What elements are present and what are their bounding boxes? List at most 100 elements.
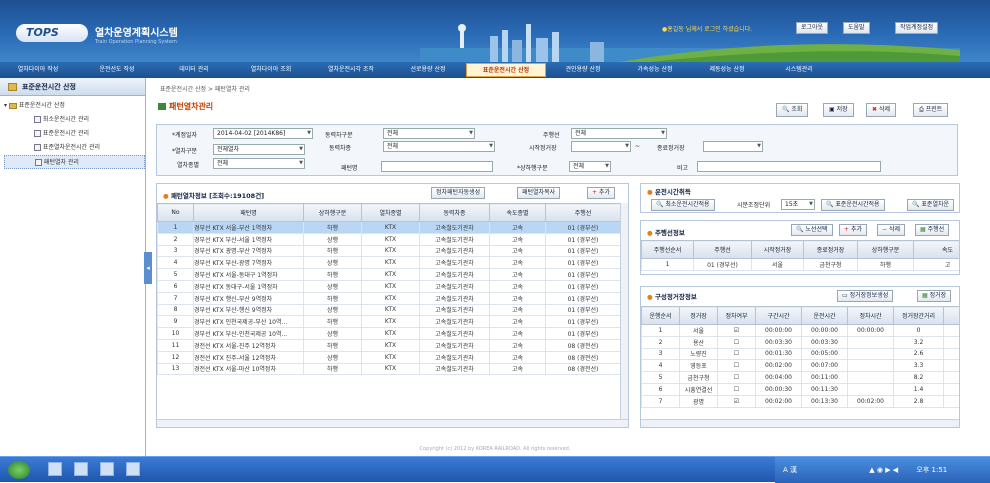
stop-checkbox[interactable]: ☐ <box>717 382 756 396</box>
time-unit-select[interactable]: 15초 <box>781 199 815 210</box>
nav-item-standard-run-time[interactable]: 표준운전시간 산정 <box>466 63 546 77</box>
table-row[interactable]: 11 경전선 KTX 서울-진주 12역정차 하행 KTX 고속철도기관차 고속 08 (경… <box>157 338 621 352</box>
sidebar-item-root[interactable]: ▾ 표준운전시간 산정 <box>4 99 145 113</box>
table-row[interactable]: 7 광명 ☑ 00:02:00 00:13:30 00:02:00 2.8 <box>641 394 959 408</box>
table-row[interactable]: 10 경부선 KTX 부산-인천국제공 10역... 상행 KTX 고속철도기관차 고속 0… <box>157 327 621 340</box>
table-row[interactable]: 4 영등포 ☐ 00:02:00 00:07:00 3.3 <box>641 359 959 373</box>
nav-item-line-capacity[interactable]: 선로용량 산정 <box>392 63 464 77</box>
col-route-start[interactable]: 시작정거장 <box>751 240 804 259</box>
table-row[interactable]: 12 경전선 KTX 진주-서울 12역정차 상행 KTX 고속철도기관차 고속 08 (경… <box>157 350 621 364</box>
nav-item-braking[interactable]: 제동성능 산정 <box>692 63 762 77</box>
help-button[interactable]: 도움말 <box>843 22 870 34</box>
expand-icon[interactable]: ▾ <box>4 102 7 109</box>
search-button[interactable]: 🔍 조회 <box>776 103 809 117</box>
nav-item-traction[interactable]: 견인용량 산정 <box>548 63 618 77</box>
col-line[interactable]: 주행선 <box>545 203 621 222</box>
table-row[interactable]: 9 경부선 KTX 인천국제공-부산 10역... 하행 KTX 고속철도기관차 고속 01… <box>157 315 621 329</box>
col-run-order[interactable]: 운행순서 <box>641 306 680 325</box>
sidebar-item-min-run-time[interactable]: 최소운전시간 관리 <box>4 113 145 127</box>
table-row[interactable]: 3 경부선 KTX 광명-부산 7역정차 하행 KTX 고속철도기관차 고속 01 (경부선… <box>157 244 621 258</box>
table-row[interactable]: 4 경부선 KTX 부산-광명 7역정차 상행 KTX 고속철도기관차 고속 01 (경부선… <box>157 256 621 270</box>
save-button[interactable]: ▣ 저장 <box>823 103 854 117</box>
table-row[interactable]: 5 경부선 KTX 서울-동대구 1역정차 하행 KTX 고속철도기관차 고속 01 (경부… <box>157 268 621 281</box>
taskbar-app-icon[interactable] <box>48 462 62 476</box>
nav-item-data-manage[interactable]: 데이터 관리 <box>158 63 230 77</box>
station-extra-button[interactable]: ▦ 정거장 <box>917 290 952 302</box>
col-pattern-name[interactable]: 패턴명 <box>193 203 304 222</box>
col-train-class[interactable]: 열차종별 <box>361 203 420 222</box>
col-route-line[interactable]: 주행선 <box>693 240 752 259</box>
col-station-distance[interactable]: 정거장간거리 <box>893 306 944 325</box>
col-section-time[interactable]: 구간시간 <box>755 306 802 325</box>
copy-pattern-button[interactable]: 패턴열차복사 <box>517 187 561 199</box>
apply-std-train-run-time-button[interactable]: 🔍 표준열차운 <box>907 199 955 211</box>
col-stop-flag[interactable]: 정차여부 <box>717 306 756 325</box>
account-settings-button[interactable]: 작업계정설정 <box>895 22 939 34</box>
logout-button[interactable]: 로그아웃 <box>796 22 829 34</box>
stop-checkbox[interactable]: ☐ <box>717 335 756 349</box>
table-row[interactable]: 1 서울 ☑ 00:00:00 00:00:00 00:00:00 0 <box>641 324 959 337</box>
col-route-speed[interactable]: 속도 <box>913 240 959 259</box>
apply-min-run-time-button[interactable]: 🔍 최소운전시간적용 <box>651 199 715 211</box>
sidebar-collapse-toggle[interactable]: ◂ <box>144 252 152 284</box>
nav-item-run-curve[interactable]: 운전선도 작성 <box>78 63 156 77</box>
start-button[interactable] <box>8 461 30 479</box>
select-line-button[interactable]: 🔍 노선선택 <box>791 224 833 236</box>
sidebar-item-std-train-run-time[interactable]: 표준열차운전시간 관리 <box>4 141 145 155</box>
col-route-direction[interactable]: 상하행구분 <box>857 240 914 259</box>
table-row[interactable]: 2 용산 ☐ 00:03:30 00:03:30 3.2 <box>641 335 959 349</box>
generate-station-info-button[interactable]: ▭ 정거장정보생성 <box>837 290 894 302</box>
sidebar-item-std-run-time[interactable]: 표준운전시간 관리 <box>4 127 145 141</box>
table-row[interactable]: 1 경부선 KTX 서울-부산 1역정차 하행 KTX 고속철도기관차 고속 01 (경부선… <box>157 221 621 234</box>
tray-icons[interactable]: ▲ ◉ ▶ ◀ <box>869 466 898 474</box>
add-route-button[interactable]: + 추가 <box>839 224 867 236</box>
nav-item-diagram-view[interactable]: 열차다이아 조회 <box>232 63 310 77</box>
route-extra-button[interactable]: ▦ 주행선 <box>915 224 950 236</box>
start-station-select[interactable] <box>571 141 631 152</box>
sidebar-item-pattern-train[interactable]: 패턴열차 관리 <box>4 155 145 169</box>
col-speed-class[interactable]: 속도종별 <box>489 203 546 222</box>
train-class-select[interactable]: 전체 <box>213 158 305 169</box>
note-input[interactable] <box>697 161 881 172</box>
print-button[interactable]: ⎙ 프린트 <box>913 103 949 117</box>
apply-std-run-time-button[interactable]: 🔍 표준운전시간적용 <box>821 199 885 211</box>
table-row[interactable]: 6 경부선 KTX 동대구-서울 1역정차 상행 KTX 고속철도기관차 고속 01 (경부… <box>157 279 621 293</box>
taskbar-app-icon[interactable] <box>126 462 140 476</box>
col-run-time[interactable]: 운전시간 <box>801 306 848 325</box>
line-select[interactable]: 전체 <box>571 128 667 139</box>
nav-item-system[interactable]: 시스템관리 <box>764 63 834 77</box>
power-car-select[interactable]: 전체 <box>383 141 495 152</box>
delete-route-button[interactable]: − 삭제 <box>877 224 905 236</box>
nav-item-acceleration[interactable]: 가속성능 산정 <box>620 63 690 77</box>
power-type-select[interactable]: 전체 <box>383 128 475 139</box>
train-type-select[interactable]: 전체열차 <box>213 144 305 155</box>
col-power-car[interactable]: 동력차종 <box>419 203 490 222</box>
col-stop-time[interactable]: 정차시간 <box>847 306 894 325</box>
col-no[interactable]: No <box>157 203 194 222</box>
table-row[interactable]: 8 경부선 KTX 부산-행신 9역정차 상행 KTX 고속철도기관차 고속 01 (경부선… <box>157 303 621 317</box>
taskbar-app-icon[interactable] <box>100 462 114 476</box>
direction-select[interactable]: 전체 <box>569 161 611 172</box>
table-row[interactable]: 6 시흥연결선 ☐ 00:00:30 00:11:30 1.4 <box>641 382 959 396</box>
stop-checkbox[interactable]: ☑ <box>717 324 756 337</box>
table-row[interactable]: 1 01 (경부선) 서울 금천구청 하행 고 <box>641 258 959 271</box>
add-pattern-button[interactable]: + 추가 <box>587 187 615 199</box>
table-row[interactable]: 2 경부선 KTX 부산-서울 1역정차 상행 KTX 고속철도기관차 고속 01 (경부선… <box>157 232 621 246</box>
table-row[interactable]: 3 노량진 ☐ 00:01:30 00:05:00 2.6 <box>641 347 959 361</box>
col-direction[interactable]: 상하행구분 <box>303 203 362 222</box>
end-station-select[interactable] <box>703 141 763 152</box>
nav-item-diagram-create[interactable]: 열차다이아 작성 <box>0 63 76 77</box>
stop-checkbox[interactable]: ☐ <box>717 359 756 373</box>
col-cumulative[interactable]: 누 <box>943 306 959 325</box>
ime-indicator[interactable]: A 漢 <box>783 466 797 474</box>
stop-checkbox[interactable]: ☐ <box>717 371 756 384</box>
col-station[interactable]: 정거장 <box>679 306 718 325</box>
stop-checkbox[interactable]: ☑ <box>717 394 756 408</box>
date-select[interactable]: 2014-04-02 [2014K86] <box>213 128 313 139</box>
pattern-horizontal-scrollbar[interactable] <box>157 419 628 427</box>
stop-checkbox[interactable]: ☐ <box>717 347 756 361</box>
taskbar-app-icon[interactable] <box>74 462 88 476</box>
table-row[interactable]: 13 경전선 KTX 서울-마산 10역정차 하행 KTX 고속철도기관차 고속 08 (경… <box>157 362 621 376</box>
auto-generate-stop-pattern-button[interactable]: 정차패턴자동생성 <box>431 187 486 199</box>
nav-item-run-time-adjust[interactable]: 열차운전시각 조작 <box>312 63 390 77</box>
